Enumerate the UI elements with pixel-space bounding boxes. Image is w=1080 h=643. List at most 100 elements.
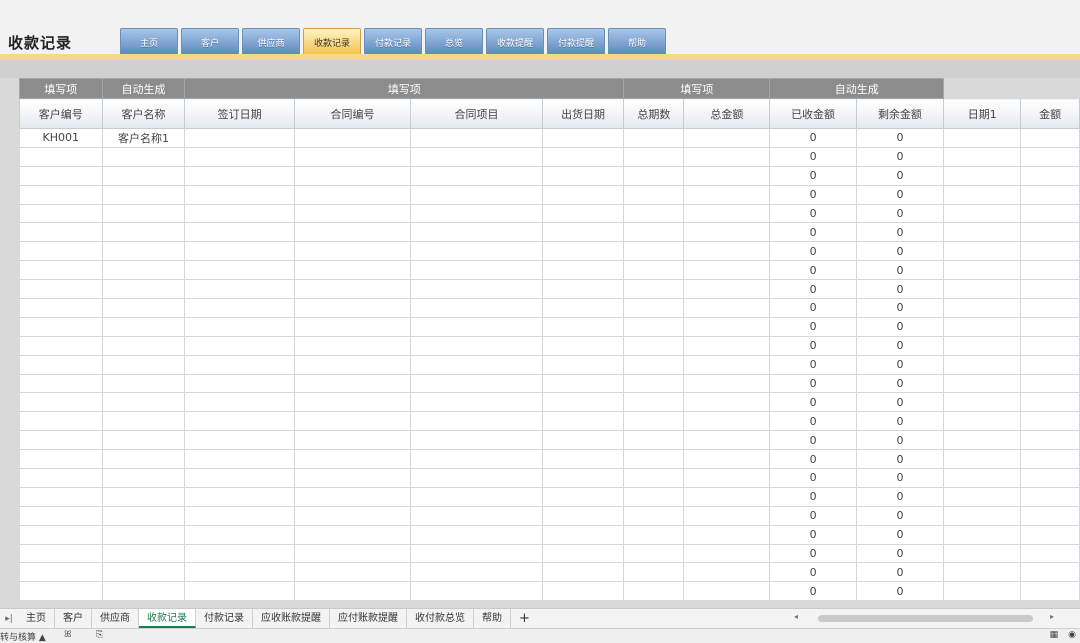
column-header[interactable]: 客户名称 [101, 98, 186, 129]
table-cell[interactable] [683, 316, 771, 337]
table-cell[interactable] [683, 581, 771, 602]
table-cell[interactable]: 0 [769, 222, 857, 243]
table-cell[interactable]: 0 [855, 298, 945, 318]
sheet-tab[interactable]: 收付款总览 [407, 609, 474, 628]
table-cell[interactable] [1020, 524, 1080, 545]
table-cell[interactable] [943, 184, 1022, 205]
table-cell[interactable] [293, 505, 412, 526]
table-cell[interactable] [19, 203, 103, 224]
table-cell[interactable] [683, 562, 771, 583]
table-cell[interactable] [623, 581, 685, 602]
table-cell[interactable] [943, 222, 1022, 243]
column-header[interactable]: 客户编号 [19, 98, 103, 129]
table-cell[interactable] [184, 128, 295, 148]
table-cell[interactable] [184, 373, 295, 394]
table-cell[interactable] [19, 411, 103, 432]
table-cell[interactable]: 0 [769, 524, 857, 545]
table-cell[interactable]: 0 [855, 184, 945, 205]
table-cell[interactable] [541, 411, 625, 432]
table-cell[interactable]: 0 [769, 316, 857, 337]
table-cell[interactable] [943, 335, 1022, 356]
table-cell[interactable]: 0 [855, 335, 945, 356]
horizontal-scrollbar[interactable]: ◂ ▸ [790, 612, 1060, 623]
sheet-tab[interactable]: 付款记录 [196, 609, 253, 628]
table-cell[interactable] [541, 146, 625, 167]
table-cell[interactable] [184, 562, 295, 583]
table-cell[interactable] [683, 203, 771, 224]
nav-tab[interactable]: 总览 [425, 28, 483, 55]
table-cell[interactable] [623, 562, 685, 583]
table-cell[interactable] [943, 203, 1022, 224]
table-cell[interactable] [293, 411, 412, 432]
table-cell[interactable] [19, 392, 103, 413]
table-cell[interactable] [19, 354, 103, 375]
nav-tab[interactable]: 付款提醒 [547, 28, 605, 55]
table-cell[interactable] [101, 203, 186, 224]
table-cell[interactable] [943, 279, 1022, 300]
table-cell[interactable]: 0 [769, 373, 857, 394]
table-cell[interactable] [943, 449, 1022, 470]
column-header[interactable]: 总金额 [683, 98, 771, 129]
table-cell[interactable] [293, 146, 412, 167]
column-header[interactable]: 日期1 [943, 98, 1022, 129]
sheet-tab[interactable]: 应付账款提醒 [330, 609, 407, 628]
column-header[interactable]: 合同项目 [410, 98, 543, 129]
table-cell[interactable] [541, 486, 625, 507]
table-cell[interactable] [184, 486, 295, 507]
table-cell[interactable] [683, 165, 771, 186]
table-cell[interactable] [623, 524, 685, 545]
table-cell[interactable]: 0 [769, 335, 857, 356]
table-cell[interactable] [101, 392, 186, 413]
table-cell[interactable]: 0 [769, 260, 857, 281]
table-cell[interactable] [541, 524, 625, 545]
table-cell[interactable] [1020, 354, 1080, 375]
table-cell[interactable] [184, 146, 295, 167]
table-cell[interactable] [19, 449, 103, 470]
table-cell[interactable] [683, 505, 771, 526]
table-cell[interactable] [19, 486, 103, 507]
table-cell[interactable] [184, 392, 295, 413]
table-cell[interactable] [184, 449, 295, 470]
table-cell[interactable]: 0 [769, 505, 857, 526]
table-cell[interactable] [683, 430, 771, 451]
table-cell[interactable] [293, 354, 412, 375]
table-cell[interactable] [293, 373, 412, 394]
table-cell[interactable] [184, 203, 295, 224]
table-cell[interactable] [683, 524, 771, 545]
table-cell[interactable] [541, 222, 625, 243]
table-cell[interactable] [623, 335, 685, 356]
table-cell[interactable] [410, 392, 543, 413]
table-cell[interactable] [101, 354, 186, 375]
table-cell[interactable] [683, 392, 771, 413]
table-cell[interactable] [943, 128, 1022, 148]
table-cell[interactable] [410, 165, 543, 186]
table-cell[interactable]: 0 [769, 146, 857, 167]
table-cell[interactable] [1020, 241, 1080, 262]
table-cell[interactable]: 客户名称1 [101, 128, 186, 148]
table-cell[interactable] [293, 298, 412, 318]
table-cell[interactable]: 0 [855, 562, 945, 583]
column-header[interactable]: 总期数 [623, 98, 685, 129]
page-icon[interactable]: ⎘ [96, 630, 103, 640]
spreadsheet-grid[interactable]: 填写项 自动生成 填写项 填写项 自动生成 客户编号 客户名称 签订日期 合同编号 合同项目 出货… [0, 78, 1080, 608]
table-cell[interactable] [184, 298, 295, 318]
table-cell[interactable] [1020, 203, 1080, 224]
table-cell[interactable] [101, 505, 186, 526]
table-cell[interactable] [19, 468, 103, 488]
table-cell[interactable] [101, 222, 186, 243]
table-cell[interactable] [410, 128, 543, 148]
table-cell[interactable] [19, 373, 103, 394]
table-cell[interactable] [683, 354, 771, 375]
table-cell[interactable] [623, 505, 685, 526]
table-cell[interactable]: 0 [769, 486, 857, 507]
table-cell[interactable] [101, 165, 186, 186]
sheet-tab[interactable]: 客户 [55, 609, 92, 628]
table-cell[interactable]: 0 [769, 581, 857, 602]
table-cell[interactable] [943, 411, 1022, 432]
table-cell[interactable]: 0 [769, 430, 857, 451]
table-cell[interactable] [1020, 449, 1080, 470]
table-cell[interactable] [943, 392, 1022, 413]
table-cell[interactable] [101, 316, 186, 337]
table-cell[interactable] [623, 430, 685, 451]
table-cell[interactable] [410, 543, 543, 564]
